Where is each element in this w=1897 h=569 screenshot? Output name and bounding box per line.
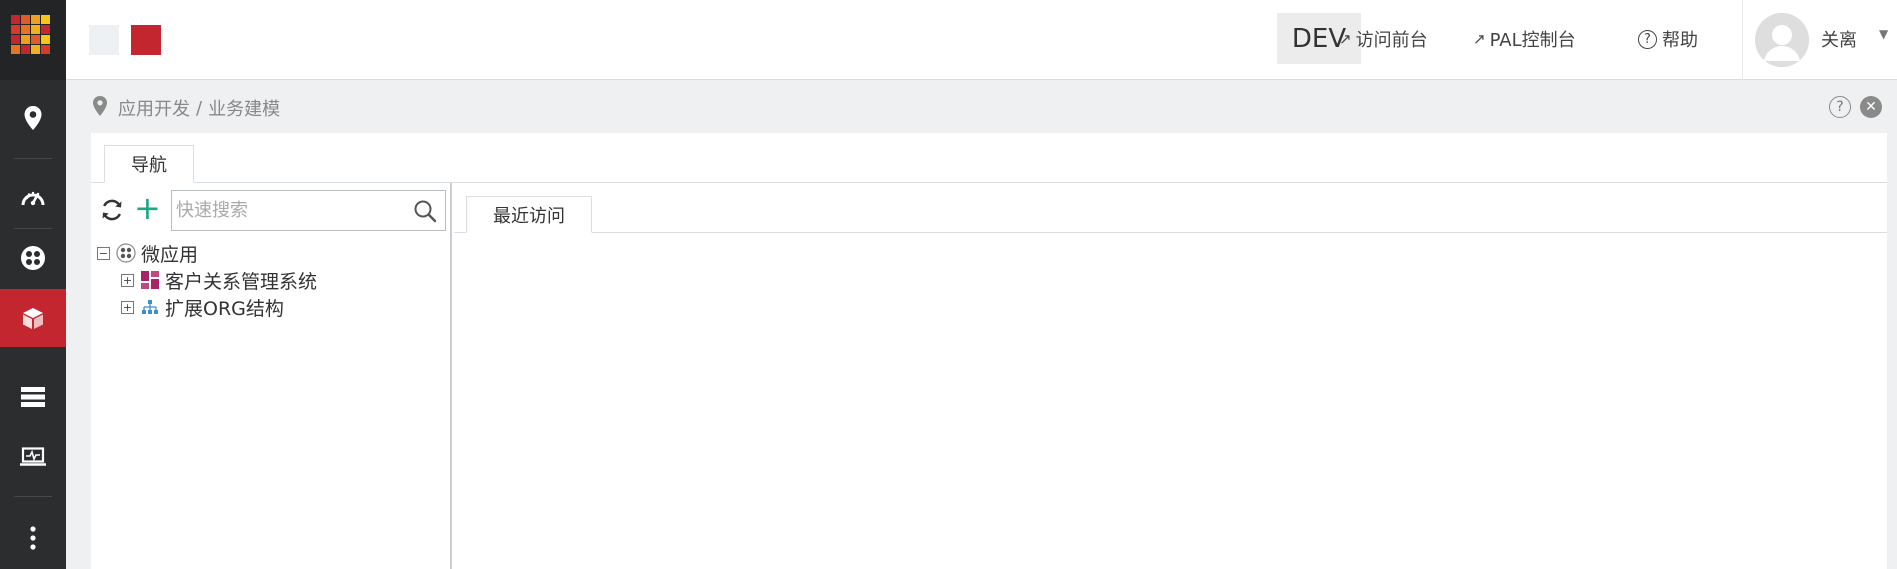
sidebar-item-data[interactable] [0,368,66,426]
search-input[interactable] [176,191,406,230]
panel-tabs: 导航 [91,133,1887,183]
search-box[interactable] [171,190,446,231]
logo-grid-icon [11,15,50,54]
logo-tile [11,25,20,34]
external-arrow-icon: ↗ [1473,30,1486,48]
collapse-icon[interactable]: − [97,246,110,260]
user-name[interactable]: 关离 [1821,26,1857,52]
breadcrumb-separator: / [196,97,203,119]
external-arrow-icon: ↗ [1339,30,1352,48]
add-button[interactable]: + [134,192,161,224]
tree-node-label: 客户关系管理系统 [165,270,318,293]
sidebar-item-location[interactable] [0,89,66,147]
logo-tile [31,25,40,34]
chevron-down-icon[interactable]: ▼ [1879,27,1888,41]
sidebar-item-modeling[interactable] [0,289,66,347]
tree-node-org-structure[interactable]: + 扩展ORG结构 [121,294,284,320]
sidebar [0,0,66,569]
search-icon[interactable] [413,199,437,223]
apps-grid-icon [21,246,45,270]
tab-navigation[interactable]: 导航 [104,145,194,183]
top-bar: DEV ↗ 访问前台 ↗ PAL控制台 ? 帮助 关离 ▼ [66,0,1897,80]
user-silhouette-icon [1755,13,1809,67]
logo-tile [21,15,30,24]
app-logo[interactable] [0,0,66,80]
help-icon: ? [1638,29,1657,49]
breadcrumb-bar: 应用开发 / 业务建模 ? ✕ [66,81,1897,133]
avatar[interactable] [1755,13,1809,67]
help-link[interactable]: ? 帮助 [1638,26,1698,52]
theme-swatch-red[interactable] [131,25,161,55]
logo-tile [11,35,20,44]
pal-console-label: PAL控制台 [1489,30,1576,51]
map-pin-icon [93,96,107,116]
tree-node-label: 微应用 [141,243,199,266]
logo-tile [41,25,50,34]
logo-tile [21,35,30,44]
logo-tile [41,35,50,44]
breadcrumb-item-app-dev[interactable]: 应用开发 [118,95,190,121]
theme-swatch-light[interactable] [89,25,119,55]
logo-tile [31,15,40,24]
pal-console-link[interactable]: ↗ PAL控制台 [1473,26,1576,52]
breadcrumb-item-business-modeling: 业务建模 [208,99,281,120]
refresh-icon[interactable] [99,197,125,223]
logo-tile [41,45,50,54]
tab-recent-visits[interactable]: 最近访问 [466,196,592,233]
main-panel: 导航 + − 微应用 + 客户关系管理系统 + 扩展ORG结构 [91,133,1887,569]
help-icon[interactable]: ? [1829,96,1851,118]
apps-grid-icon [116,243,136,263]
content-tabs: 最近访问 [454,183,1887,233]
content-pane: 最近访问 [454,183,1887,569]
logo-tile [11,15,20,24]
close-icon[interactable]: ✕ [1860,96,1882,118]
sidebar-divider [14,158,52,159]
logo-tile [41,15,50,24]
monitor-icon [20,447,46,466]
sidebar-item-more[interactable] [0,509,66,567]
logo-tile [11,45,20,54]
logo-tile [31,35,40,44]
logo-tile [21,25,30,34]
map-pin-icon [24,106,42,130]
more-vertical-icon [30,526,36,550]
breadcrumb: 应用开发 / 业务建模 [118,95,280,121]
tree-node-crm[interactable]: + 客户关系管理系统 [121,267,317,293]
visit-frontend-link[interactable]: ↗ 访问前台 [1339,26,1428,52]
speedometer-icon [21,191,45,206]
tree-node-micro-apps[interactable]: − 微应用 [97,240,198,266]
help-label: 帮助 [1662,30,1698,51]
cube-icon [23,308,43,329]
visit-frontend-label: 访问前台 [1355,30,1428,51]
expand-icon[interactable]: + [121,273,134,287]
logo-tile [21,45,30,54]
navigation-tree-pane: + − 微应用 + 客户关系管理系统 + 扩展ORG结构 [91,183,452,569]
sidebar-item-monitor[interactable] [0,428,66,486]
sidebar-item-dashboard[interactable] [0,168,66,226]
dashboard-tiles-icon [141,271,159,289]
tree-node-label: 扩展ORG结构 [165,297,284,320]
logo-tile [31,45,40,54]
layers-icon [21,387,45,407]
sidebar-item-apps[interactable] [0,229,66,287]
expand-icon[interactable]: + [121,300,134,314]
sidebar-divider [14,496,52,497]
user-divider [1742,0,1743,80]
org-chart-icon [142,300,158,314]
